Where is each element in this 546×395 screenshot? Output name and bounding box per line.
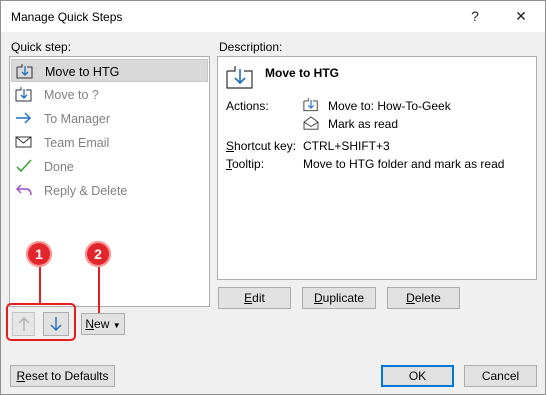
list-item-to-manager[interactable]: To Manager [11, 107, 208, 130]
move-to-folder-icon [303, 98, 318, 112]
callout-line-2 [98, 263, 100, 313]
dialog-title: Manage Quick Steps [11, 10, 123, 24]
callout-line-1 [39, 263, 41, 305]
dropdown-arrow-icon: ▼ [112, 321, 121, 330]
list-item-move-to[interactable]: Move to ? [11, 83, 208, 106]
close-button[interactable]: ✕ [509, 6, 533, 26]
callout-badge-2: 2 [85, 241, 111, 267]
envelope-icon [15, 136, 32, 148]
list-item-move-to-htg[interactable]: Move to HTG [11, 59, 208, 82]
move-to-folder-icon [15, 87, 32, 102]
duplicate-button[interactable]: Duplicate [302, 287, 376, 309]
list-item-label: Done [44, 160, 74, 174]
move-to-folder-icon [226, 66, 253, 89]
help-button[interactable]: ? [463, 6, 487, 26]
checkmark-icon [16, 159, 32, 173]
list-item-reply-delete[interactable]: Reply & Delete [11, 179, 208, 202]
list-item-done[interactable]: Done [11, 155, 208, 178]
open-envelope-icon [303, 116, 319, 130]
action-move-to: Move to: How-To-Geek [328, 99, 451, 113]
action-mark-as-read: Mark as read [328, 117, 399, 131]
list-item-team-email[interactable]: Team Email [11, 131, 208, 154]
description-title: Move to HTG [265, 66, 339, 80]
edit-button[interactable]: Edit [218, 287, 291, 309]
list-item-label: Team Email [44, 136, 110, 150]
title-bar: Manage Quick Steps ? ✕ [1, 1, 545, 32]
list-item-label: Move to ? [44, 88, 99, 102]
list-item-label: Reply & Delete [44, 184, 128, 198]
reply-icon [16, 184, 32, 196]
ok-button[interactable]: OK [381, 365, 454, 387]
list-item-label: Move to HTG [45, 65, 120, 79]
actions-label: Actions: [226, 99, 269, 113]
new-button[interactable]: New ▼ [81, 313, 125, 335]
callout-highlight-box [6, 303, 76, 341]
tooltip-label: Tooltip: [226, 157, 265, 171]
move-to-folder-icon [16, 64, 33, 79]
delete-button[interactable]: Delete [387, 287, 460, 309]
list-item-label: To Manager [44, 112, 111, 126]
forward-arrow-icon [16, 112, 31, 124]
cancel-button[interactable]: Cancel [464, 365, 537, 387]
tooltip-value: Move to HTG folder and mark as read [303, 157, 505, 171]
shortcut-key-value: CTRL+SHIFT+3 [303, 139, 390, 153]
quick-step-label: Quick step: [11, 40, 72, 54]
shortcut-key-label: Shortcut key: [226, 139, 297, 153]
description-label: Description: [219, 40, 283, 54]
callout-badge-1: 1 [26, 241, 52, 267]
manage-quick-steps-dialog: Manage Quick Steps ? ✕ Quick step: Descr… [0, 0, 546, 395]
reset-to-defaults-button[interactable]: Reset to Defaults [10, 365, 115, 387]
description-panel: Move to HTG Actions: Move to: How-To-Gee… [217, 56, 537, 280]
